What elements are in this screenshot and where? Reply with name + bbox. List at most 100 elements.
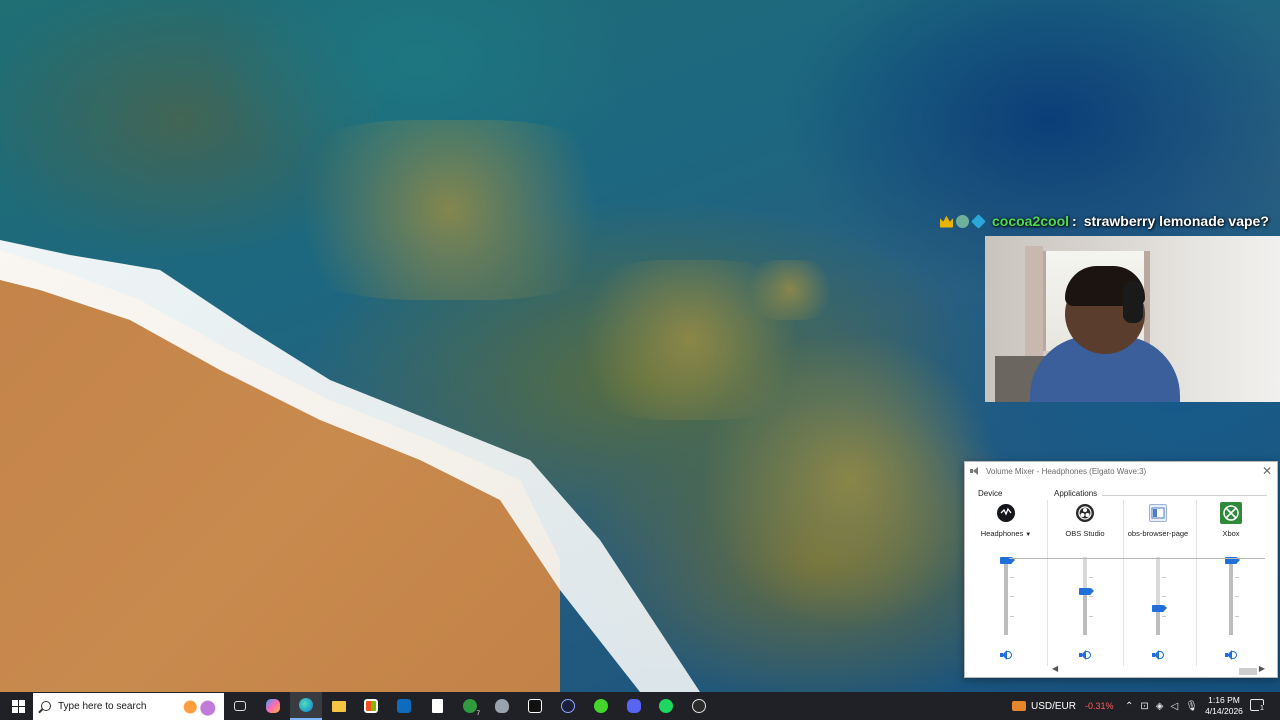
slider-tick-mark <box>1089 576 1093 578</box>
slider-tick-mark <box>1089 615 1093 617</box>
spotify-icon <box>659 699 673 713</box>
slider-tick-mark <box>1235 576 1239 578</box>
taskbar-search-box[interactable]: Type here to search <box>33 693 224 720</box>
reef-formation <box>740 260 840 320</box>
search-icon <box>41 701 51 711</box>
chat-separator: : <box>1072 213 1077 229</box>
horizontal-scrollbar[interactable]: ◀ ▶ <box>1052 664 1265 675</box>
show-hidden-icons-chevron-icon[interactable]: ⌃ <box>1125 701 1133 712</box>
copilot-button[interactable] <box>257 692 289 720</box>
network-icon[interactable]: ◈ <box>1156 701 1164 712</box>
reef-formation <box>700 330 1000 630</box>
microphone-icon[interactable]: 🎙 <box>1185 701 1198 712</box>
currency-widget[interactable]: USD/EUR -0.31% <box>1012 692 1114 720</box>
close-button[interactable]: ✕ <box>1262 464 1272 478</box>
scroll-left-arrow-icon[interactable]: ◀ <box>1052 664 1058 673</box>
currency-icon <box>1012 701 1026 711</box>
windows-logo-pane <box>19 700 25 706</box>
reef-formation <box>260 120 640 300</box>
currency-pair: USD/EUR <box>1031 700 1077 712</box>
headphones-device-dropdown[interactable]: Headphones ▼ <box>969 529 1043 538</box>
edge-button[interactable] <box>290 692 322 720</box>
speaker-icon <box>970 466 980 476</box>
epic-games-icon <box>528 699 542 713</box>
notification-count: 1 <box>1259 705 1265 712</box>
microsoft-store-button[interactable] <box>355 692 387 720</box>
copilot-icon <box>266 699 280 713</box>
slider-tick-mark <box>1162 615 1166 617</box>
microsoft-store-icon <box>364 699 378 713</box>
speaker-mute-button[interactable] <box>1151 649 1165 661</box>
discord-button[interactable] <box>618 692 650 720</box>
slider-tick-mark <box>1010 576 1014 578</box>
mixer-titlebar[interactable]: Volume Mixer - Headphones (Elgato Wave:3… <box>965 462 1277 480</box>
headphones-icon <box>1123 281 1143 323</box>
volume-slider-track[interactable] <box>1004 557 1008 635</box>
scroll-right-arrow-icon[interactable]: ▶ <box>1259 664 1265 673</box>
mixer-title: Volume Mixer - Headphones (Elgato Wave:3… <box>986 466 1147 476</box>
obs-button[interactable] <box>683 692 715 720</box>
edge-icon <box>299 698 313 712</box>
shield-app-button[interactable] <box>486 692 518 720</box>
crown-badge-icon <box>940 215 953 228</box>
sound-wave-icon <box>1007 651 1012 659</box>
webcam-feed <box>985 236 1280 402</box>
razer-button[interactable] <box>585 692 617 720</box>
xbox-app-button[interactable]: 7 <box>454 692 486 720</box>
channel-xbox: Xbox <box>1194 500 1268 670</box>
start-button[interactable] <box>0 692 32 720</box>
task-view-icon <box>234 701 246 711</box>
xbox-icon <box>1220 502 1242 524</box>
slider-tick-mark <box>1010 615 1014 617</box>
frog-badge-icon <box>956 214 969 228</box>
task-view-button[interactable] <box>224 692 256 720</box>
slider-tick-mark <box>1162 596 1166 597</box>
sound-wave-icon <box>1086 651 1091 659</box>
channel-label: obs-browser-page <box>1127 529 1189 538</box>
epic-games-button[interactable] <box>519 692 551 720</box>
chat-message: cocoa2cool: strawberry lemonade vape? <box>940 211 1269 231</box>
sound-wave-icon <box>1232 651 1237 659</box>
discord-icon <box>627 699 641 713</box>
volume-icon[interactable]: ◁ <box>1170 701 1178 712</box>
channel-label: Headphones <box>980 529 1024 538</box>
speaker-mute-button[interactable] <box>999 649 1013 661</box>
volume-slider-track[interactable] <box>1083 557 1087 635</box>
shield-app-icon <box>495 699 509 713</box>
spotify-button[interactable] <box>650 692 682 720</box>
speaker-mute-button[interactable] <box>1078 649 1092 661</box>
meet-now-icon[interactable]: ⊡ <box>1140 701 1148 712</box>
volume-slider-track[interactable] <box>1229 557 1233 635</box>
system-tray: ⌃ ⊡ ◈ ◁ 🎙 <box>1125 692 1198 720</box>
speaker-mute-button[interactable] <box>1224 649 1238 661</box>
xbox-app-icon <box>463 699 477 713</box>
volume-slider-thumb[interactable] <box>1079 588 1094 596</box>
notepad-button[interactable] <box>421 692 453 720</box>
notification-badge: 7 <box>476 711 480 717</box>
applications-divider <box>1102 495 1267 496</box>
chevron-down-icon: ▼ <box>1025 532 1032 538</box>
app-launcher-button[interactable] <box>552 692 584 720</box>
obs-icon <box>692 699 706 713</box>
channel-label: Xbox <box>1222 529 1240 538</box>
level-guide-line <box>1009 558 1265 559</box>
app-launcher-icon <box>561 699 575 713</box>
headphones-device-icon <box>997 504 1015 522</box>
slider-tick-mark <box>1235 615 1239 617</box>
file-explorer-button[interactable] <box>323 692 355 720</box>
gem-badge-icon <box>971 213 986 229</box>
sound-wave-icon <box>1159 651 1164 659</box>
notepad-icon <box>431 699 443 713</box>
volume-slider-thumb[interactable] <box>1152 605 1167 613</box>
volume-mixer-window: Volume Mixer - Headphones (Elgato Wave:3… <box>964 461 1278 678</box>
volume-slider-track[interactable] <box>1156 557 1160 635</box>
clock[interactable]: 1:16 PM 4/14/2026 <box>1205 695 1243 717</box>
windows-logo-pane <box>19 707 25 713</box>
browser-page-icon <box>1149 504 1167 522</box>
scrollbar-thumb[interactable] <box>1239 668 1257 675</box>
file-explorer-icon <box>332 700 346 712</box>
outlook-button[interactable] <box>388 692 420 720</box>
windows-logo-icon <box>12 700 18 706</box>
volume-slider-fill <box>1229 557 1233 635</box>
slider-tick-mark <box>1162 576 1166 578</box>
